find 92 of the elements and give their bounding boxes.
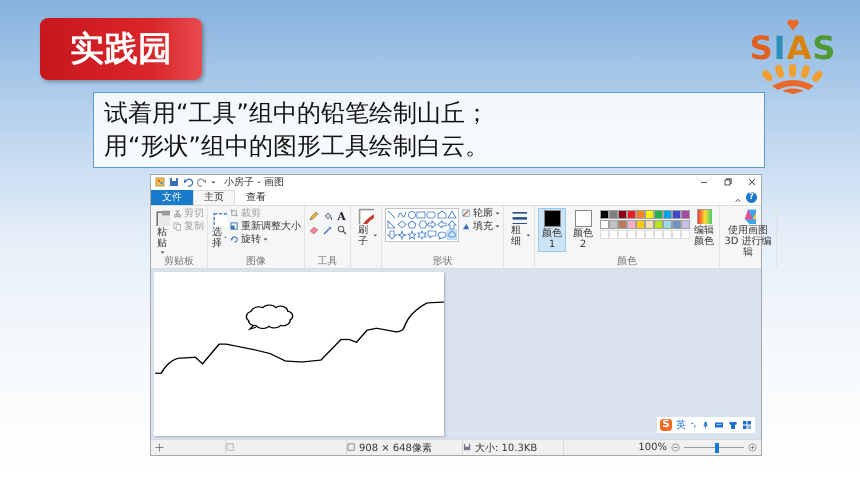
caret-icon[interactable] [495,224,500,229]
group-label: 形状 [432,256,454,268]
palette-swatch[interactable] [636,210,645,219]
move-cursor-icon [155,443,164,452]
palette-swatch[interactable] [636,220,645,229]
palette-swatch[interactable] [681,220,690,229]
cloud-shape [246,304,294,330]
zoom-slider[interactable] [684,442,744,453]
zoom-in-icon[interactable] [748,443,757,452]
canvas-size-icon [347,443,356,452]
color-slot-button[interactable]: 颜色 1 [538,208,566,252]
group-label: 图像 [245,256,267,268]
collapse-ribbon-icon[interactable] [734,196,742,205]
palette-swatch[interactable] [663,220,672,229]
close-icon[interactable] [747,177,757,188]
image-dimensions: 908 × 648像素 [359,442,432,455]
palette-swatch[interactable] [672,210,681,219]
window-title: 小房子 - 画图 [224,176,284,190]
palette-swatch[interactable] [645,220,654,229]
fill-bucket-icon[interactable] [322,211,332,222]
zoom-level: 100% [638,442,667,454]
outline-icon [462,208,471,218]
magnifier-icon[interactable] [336,224,346,235]
scissors-icon [173,208,182,218]
select-button[interactable]: 选择 [211,208,227,249]
palette-icon[interactable] [155,177,165,188]
text-tool[interactable]: A [337,210,346,222]
ribbon-button[interactable]: 旋转 [230,234,301,245]
grid-icon[interactable] [742,420,752,430]
logo-text: SIAS [750,32,836,64]
outline-button[interactable]: 轮廓 [462,208,500,219]
punctuation-icon[interactable] [690,420,698,430]
rotate-icon [230,234,239,244]
size-button[interactable]: 粗细 [507,208,531,247]
pencil-icon[interactable] [308,211,318,222]
group-label: 颜色 [616,256,638,268]
palette-swatch[interactable] [609,210,618,219]
ribbon-tab[interactable]: 文件 [151,190,193,205]
brush-button[interactable]: 刷子 [354,208,378,247]
color-picker-icon[interactable] [322,224,332,235]
paint-3d-button[interactable]: 使用画图 3D 进行编辑 [723,208,773,258]
shirt-icon[interactable] [728,420,738,430]
undo-icon[interactable] [183,177,193,188]
instruction-text: 试着用“工具”组中的铅笔绘制山丘； [104,98,490,129]
caret-icon[interactable] [526,233,531,238]
zoom-out-icon[interactable] [671,443,680,452]
palette-swatch[interactable] [627,220,636,229]
palette-swatch[interactable] [654,210,663,219]
caret-icon[interactable] [495,210,500,216]
file-size: 大小: 10.3KB [475,442,538,455]
ribbon-tab[interactable]: 查看 [235,190,277,205]
shapes-gallery-drawing[interactable] [387,210,457,240]
crop-icon [230,208,239,218]
group-label: 工具 [316,256,338,268]
palette-swatch[interactable] [654,220,663,229]
caret-icon[interactable] [373,233,378,238]
caret-icon[interactable] [263,236,268,242]
palette-swatch[interactable] [672,220,681,229]
clipboard-icon [154,208,170,226]
caret-icon[interactable] [211,180,216,185]
keyboard-icon[interactable] [714,420,724,430]
eraser-icon[interactable] [308,224,318,235]
restore-icon[interactable] [723,177,733,188]
palette-swatch[interactable] [618,210,627,219]
section-title: 实践园 [40,18,202,80]
save-icon[interactable] [169,177,179,188]
fill-icon [462,222,471,231]
redo-icon[interactable] [197,177,207,188]
ribbon-button[interactable]: 重新调整大小 [230,220,301,232]
copy-icon [173,222,182,231]
selection-icon [226,443,235,452]
color-slot-button[interactable]: 颜色 2 [569,208,597,252]
palette-swatch[interactable] [627,210,636,219]
instruction-text: 用“形状”组中的图形工具绘制白云。 [104,131,490,162]
help-button[interactable]: ? [746,192,757,203]
microphone-icon[interactable] [702,420,710,430]
edit-colors-button[interactable]: 编辑颜色 [692,208,716,247]
ribbon-tab[interactable]: 主页 [193,190,235,205]
group-label: 剪贴板 [163,256,195,268]
input-mode-toggle[interactable]: 英 [676,418,686,432]
palette-swatch[interactable] [681,210,690,219]
palette-swatch[interactable] [645,210,654,219]
palette-swatch[interactable] [618,220,627,229]
palette-swatch[interactable] [600,210,609,219]
slider-thumb[interactable] [715,442,719,453]
palette-swatch[interactable] [609,220,618,229]
palette-swatch[interactable] [600,220,609,229]
palette-swatch[interactable] [663,210,672,219]
color-spectrum-icon [696,208,712,224]
fill-button[interactable]: 填充 [462,220,500,232]
resize-icon [230,222,239,231]
caret-icon[interactable] [160,250,164,255]
